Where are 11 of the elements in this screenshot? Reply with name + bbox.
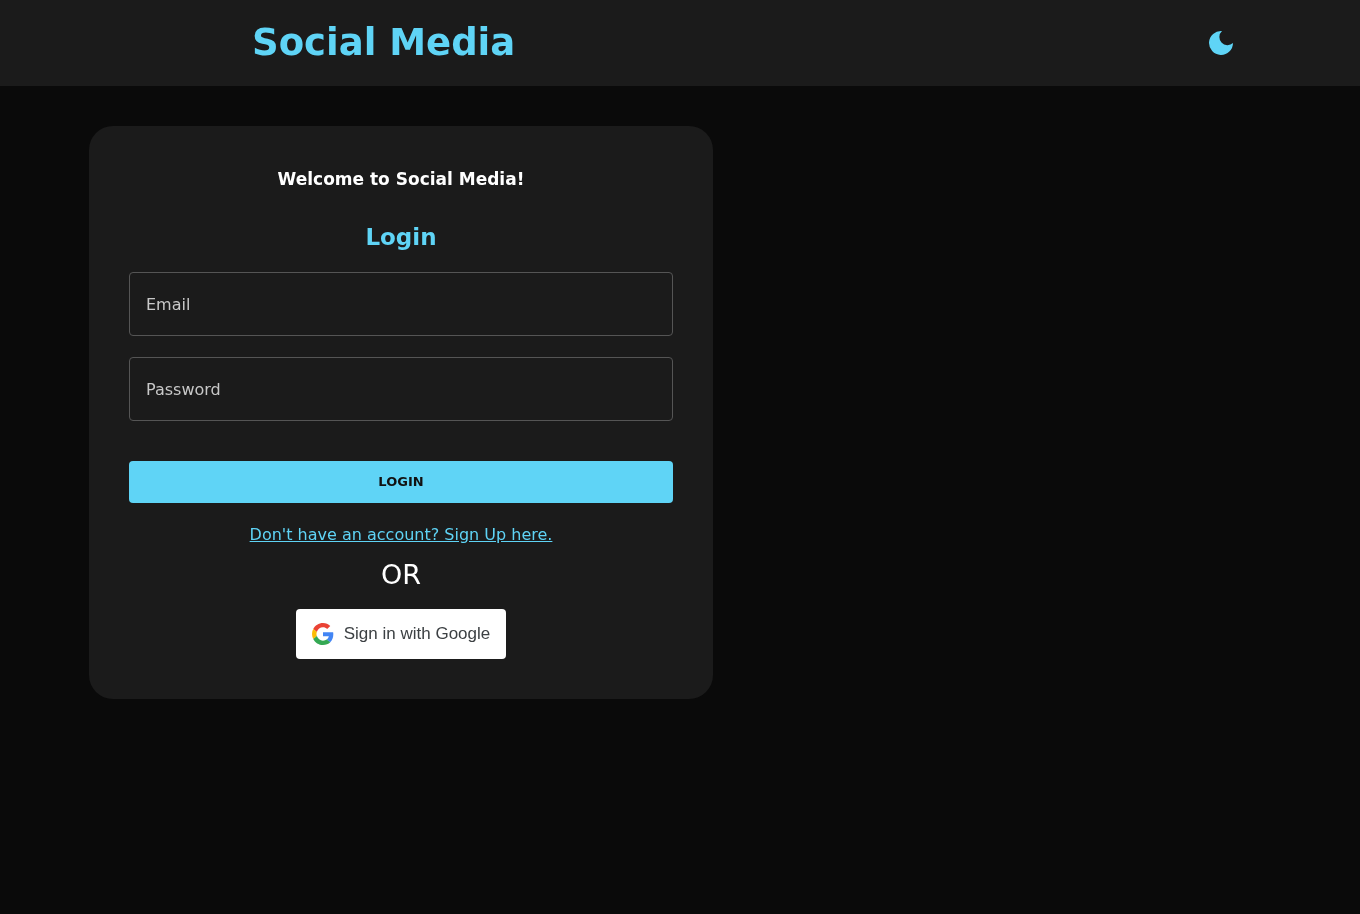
sign-up-link[interactable]: Don't have an account? Sign Up here. (249, 523, 553, 547)
google-g-icon (311, 623, 334, 645)
welcome-text: Welcome to Social Media! (277, 168, 525, 191)
login-button[interactable]: LOGIN (129, 461, 673, 503)
moon-icon[interactable] (1208, 30, 1234, 56)
site-title: Social Media (252, 20, 516, 67)
input-field[interactable]: Password (129, 357, 673, 421)
google-sign-in-button[interactable]: Sign in with Google (295, 609, 507, 659)
or-separator: OR (381, 558, 421, 592)
input-field[interactable]: Email (129, 272, 673, 336)
login-heading: Login (365, 223, 437, 252)
